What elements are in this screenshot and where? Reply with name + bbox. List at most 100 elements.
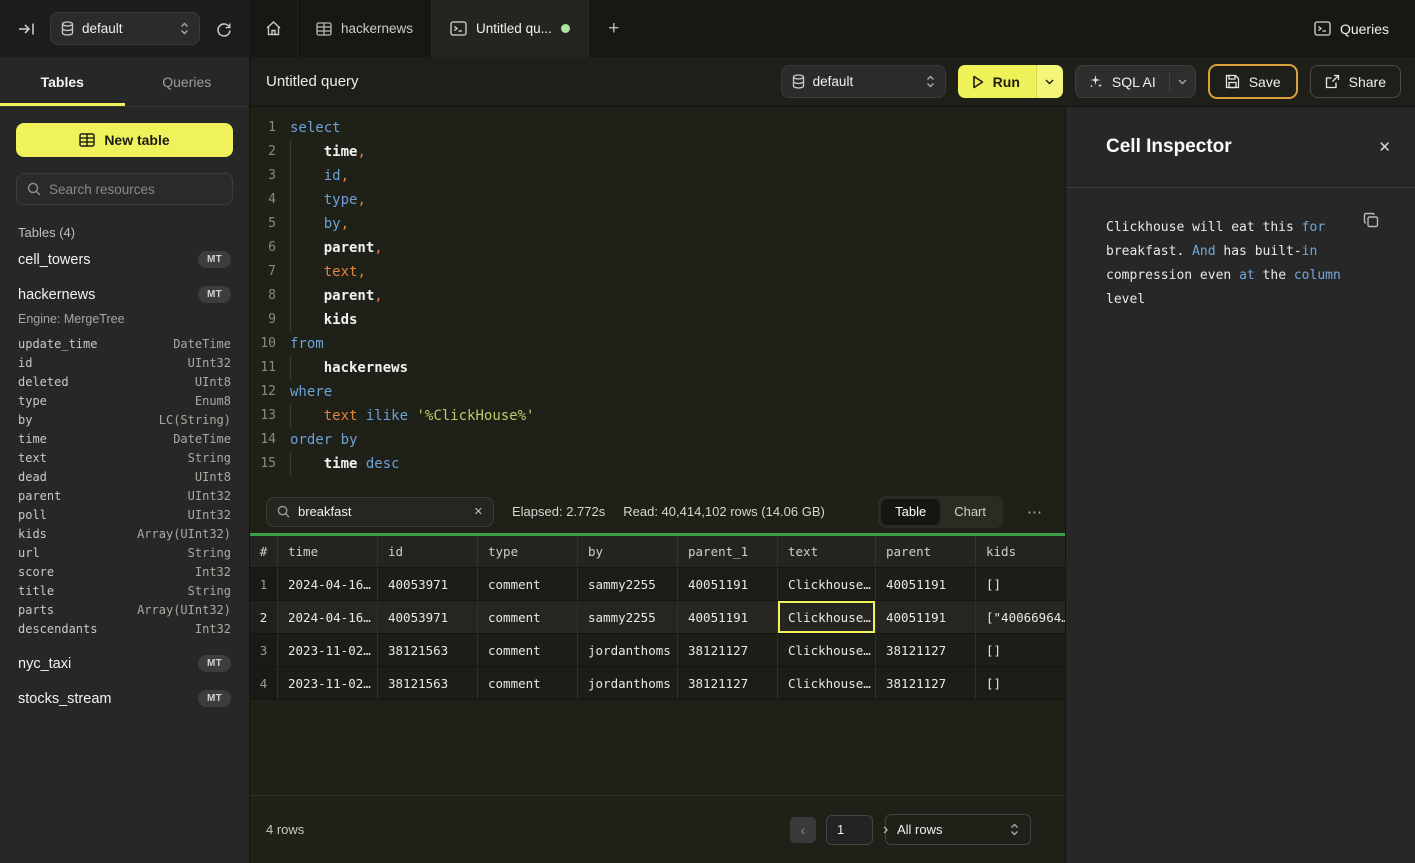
table-cell[interactable]: 40051191 [678,568,778,600]
code-text: type, [290,188,366,212]
row-number-cell[interactable]: 2 [250,601,278,633]
table-cell[interactable]: 40051191 [876,568,976,600]
sidebar-tab-tables[interactable]: Tables [0,57,125,106]
table-list-item[interactable]: cell_towersMT [16,242,233,277]
sql-ai-options-button[interactable] [1169,72,1187,91]
table-cell[interactable]: 38121127 [678,667,778,699]
field-type: Int32 [195,622,231,636]
table-name: cell_towers [18,252,91,268]
grid-header-cell[interactable]: parent_1 [678,536,778,567]
grid-header-cell[interactable]: parent [876,536,976,567]
grid-header-cell[interactable]: id [378,536,478,567]
tab-hackernews[interactable]: hackernews [298,0,432,57]
query-database-selector[interactable]: default [781,65,946,98]
table-cell[interactable]: 38121127 [876,667,976,699]
code-text: text, [290,260,366,284]
field-type: String [188,451,231,465]
grid-header-cell[interactable]: # [250,536,278,567]
table-cell[interactable]: 40051191 [678,601,778,633]
row-number-cell[interactable]: 1 [250,568,278,600]
table-cell[interactable]: 38121127 [876,634,976,666]
results-toolbar: ✕ Elapsed: 2.772s Read: 40,414,102 rows … [250,490,1065,533]
table-list-item[interactable]: stocks_streamMT [16,681,233,716]
copy-button[interactable] [1363,212,1379,228]
line-number: 15 [250,452,290,476]
tab-home[interactable] [250,0,298,57]
row-number-cell[interactable]: 4 [250,667,278,699]
table-cell[interactable]: Clickhouse… [778,601,876,633]
refresh-icon [216,21,232,37]
table-cell[interactable]: 40053971 [378,568,478,600]
next-page-button[interactable]: › [883,821,888,839]
sidebar-tab-queries[interactable]: Queries [125,57,250,106]
code-line: 11 hackernews [250,356,1065,380]
table-cell[interactable]: comment [478,634,578,666]
prev-page-button[interactable]: ‹ [790,817,816,843]
table-cell[interactable]: 2024-04-16… [278,568,378,600]
table-cell[interactable]: [] [976,667,1065,699]
queries-label: Queries [1340,21,1389,37]
table-cell[interactable]: 2023-11-02… [278,667,378,699]
view-toggle-chart[interactable]: Chart [940,499,1000,525]
clear-search-button[interactable]: ✕ [474,505,483,518]
table-cell[interactable]: jordanthoms [578,667,678,699]
new-table-button[interactable]: New table [16,123,233,157]
table-cell[interactable]: 38121563 [378,634,478,666]
table-cell[interactable]: comment [478,667,578,699]
grid-header-cell[interactable]: kids [976,536,1065,567]
grid-header-cell[interactable]: type [478,536,578,567]
table-cell[interactable]: jordanthoms [578,634,678,666]
table-cell[interactable]: 40051191 [876,601,976,633]
new-tab-button[interactable]: + [589,0,639,57]
table-list-item[interactable]: hackernewsMT [16,277,233,312]
sql-editor[interactable]: 1select2 time,3 id,4 type,5 by,6 parent,… [250,107,1065,490]
tab-untitled-query[interactable]: Untitled qu... [432,0,589,57]
refresh-button[interactable] [210,15,238,43]
table-row[interactable]: 42023-11-02…38121563commentjordanthoms38… [250,667,1065,700]
close-inspector-button[interactable]: ✕ [1378,138,1391,156]
table-cell[interactable]: Clickhouse… [778,634,876,666]
database-selector[interactable]: default [50,12,200,45]
field-type: Enum8 [195,394,231,408]
more-options-button[interactable]: ⋯ [1021,503,1049,521]
table-cell[interactable]: sammy2255 [578,601,678,633]
run-button[interactable]: Run [958,65,1036,98]
table-list-item[interactable]: nyc_taxiMT [16,646,233,681]
queries-button[interactable]: Queries [1314,21,1389,37]
schema-field: textString [16,448,233,467]
table-cell[interactable]: comment [478,601,578,633]
sql-ai-button[interactable]: SQL AI [1075,65,1196,98]
share-button[interactable]: Share [1310,65,1401,98]
grid-header-cell[interactable]: by [578,536,678,567]
grid-header-cell[interactable]: text [778,536,876,567]
table-cell[interactable]: 38121563 [378,667,478,699]
run-options-button[interactable] [1036,65,1063,98]
table-cell[interactable]: ["40066964… [976,601,1065,633]
view-toggle-table[interactable]: Table [881,499,940,525]
row-number-cell[interactable]: 3 [250,634,278,666]
code-text: parent, [290,236,383,260]
page-number-input[interactable] [826,815,873,845]
table-cell[interactable]: Clickhouse… [778,667,876,699]
table-row[interactable]: 22024-04-16…40053971commentsammy22554005… [250,601,1065,634]
table-cell[interactable]: 40053971 [378,601,478,633]
schema-field: deletedUInt8 [16,372,233,391]
collapse-sidebar-button[interactable] [12,15,40,43]
table-cell[interactable]: 38121127 [678,634,778,666]
table-row[interactable]: 12024-04-16…40053971commentsammy22554005… [250,568,1065,601]
table-cell[interactable]: Clickhouse… [778,568,876,600]
grid-header-cell[interactable]: time [278,536,378,567]
table-cell[interactable]: 2024-04-16… [278,601,378,633]
table-cell[interactable]: comment [478,568,578,600]
field-type: UInt8 [195,375,231,389]
line-number: 1 [250,116,290,140]
page-size-selector[interactable]: All rows [885,814,1031,845]
table-cell[interactable]: [] [976,634,1065,666]
results-search-input[interactable] [298,504,466,519]
table-cell[interactable]: 2023-11-02… [278,634,378,666]
resource-search-input[interactable] [49,182,226,197]
table-row[interactable]: 32023-11-02…38121563commentjordanthoms38… [250,634,1065,667]
save-button[interactable]: Save [1208,64,1298,99]
table-cell[interactable]: sammy2255 [578,568,678,600]
table-cell[interactable]: [] [976,568,1065,600]
